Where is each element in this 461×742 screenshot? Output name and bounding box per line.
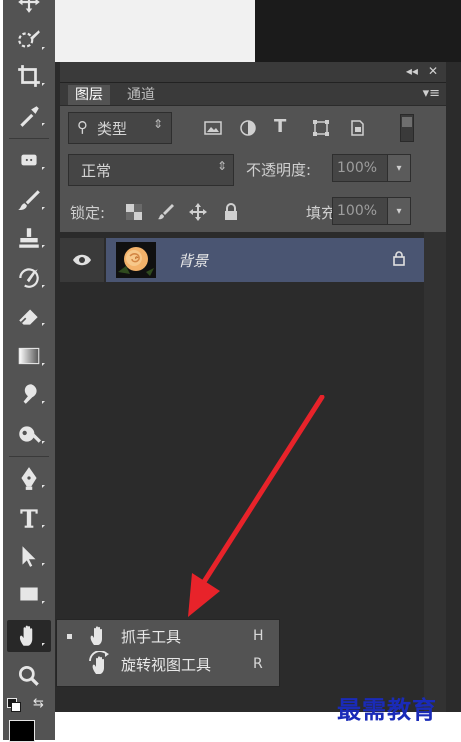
search-icon: ⚲ xyxy=(77,118,88,136)
panel-menu-icon[interactable]: ▾≡ xyxy=(423,86,440,101)
spot-healing-tool[interactable] xyxy=(7,144,51,176)
shape-filter-icon[interactable] xyxy=(311,118,331,138)
rectangle-tool[interactable] xyxy=(7,578,51,610)
pen-tool[interactable] xyxy=(7,462,51,494)
tab-layers[interactable]: 图层 xyxy=(68,85,110,105)
dodge-icon xyxy=(19,426,41,443)
default-colors-icon[interactable] xyxy=(7,698,21,712)
panel-tabs: 图层 通道 ▾≡ xyxy=(60,83,446,105)
lock-position-icon[interactable] xyxy=(188,202,208,222)
layer-item-background[interactable]: 背景 xyxy=(106,238,424,282)
workspace-background xyxy=(255,0,461,62)
swap-colors-icon[interactable]: ⇆ xyxy=(33,696,44,711)
filter-toggle-switch[interactable] xyxy=(400,114,414,142)
layer-visibility-toggle[interactable] xyxy=(60,238,104,282)
menu-item-label: 旋转视图工具 xyxy=(121,655,212,674)
menu-item-rotate-view-tool[interactable]: 旋转视图工具 R xyxy=(57,650,281,678)
menu-item-hand-tool[interactable]: 抓手工具 H xyxy=(57,622,281,650)
chevron-down-icon: ▾ xyxy=(396,162,402,174)
lock-label: 锁定: xyxy=(70,204,106,222)
bandage-icon xyxy=(21,154,37,166)
dodge-tool[interactable] xyxy=(7,418,51,450)
layer-lock-icon xyxy=(393,251,405,266)
watermark-logo: 最需教育 xyxy=(337,695,437,724)
collapse-panel-icon[interactable]: ◂◂ xyxy=(406,64,418,78)
hand-tool-flyout-menu: 抓手工具 H 旋转视图工具 R xyxy=(56,619,280,687)
tools-panel: ⇆ xyxy=(3,0,55,742)
type-filter-icon[interactable]: T xyxy=(274,116,286,137)
selected-bullet-icon xyxy=(67,633,72,639)
fill-input[interactable]: 100% xyxy=(332,197,388,225)
eraser-icon xyxy=(19,309,38,325)
fill-dropdown-button[interactable]: ▾ xyxy=(387,197,411,225)
layers-controls: ⚲ 类型 ⇕ T 正常 ⇕ 不透明度: 100% ▾ 锁定: 填充: 100% … xyxy=(60,106,446,232)
opacity-label: 不透明度: xyxy=(246,161,312,179)
move-tool[interactable] xyxy=(7,0,51,18)
lock-transparent-pixels-icon[interactable] xyxy=(126,204,142,220)
document-canvas xyxy=(55,0,255,62)
crop-icon xyxy=(18,65,40,87)
hand-tool[interactable] xyxy=(7,620,51,652)
close-panel-icon[interactable]: ✕ xyxy=(428,64,438,78)
stamp-icon xyxy=(19,228,39,248)
annotation-arrow xyxy=(188,395,325,617)
opacity-input[interactable]: 100% xyxy=(332,154,388,182)
eraser-tool[interactable] xyxy=(7,300,51,332)
layer-thumbnail xyxy=(116,242,156,278)
quick-selection-tool[interactable] xyxy=(7,24,51,56)
gradient-tool[interactable] xyxy=(7,340,51,372)
gradient-icon xyxy=(18,347,40,365)
filter-kind-label: 类型 xyxy=(97,120,128,138)
eyedropper-icon xyxy=(20,106,39,127)
rectangle-icon xyxy=(20,587,38,601)
type-icon xyxy=(20,509,38,528)
panel-titlebar: ◂◂ ✕ xyxy=(60,62,446,83)
pen-icon xyxy=(21,467,37,490)
adjustment-filter-icon[interactable] xyxy=(238,118,258,138)
chevron-down-icon: ▾ xyxy=(396,205,402,217)
eye-icon xyxy=(73,254,91,266)
layer-row[interactable]: 背景 xyxy=(60,238,424,282)
history-brush-tool[interactable] xyxy=(7,262,51,294)
rotate-view-icon xyxy=(89,651,109,674)
hand-icon xyxy=(90,626,102,645)
layer-name: 背景 xyxy=(178,252,209,270)
quick-selection-icon xyxy=(18,30,40,48)
eyedropper-tool[interactable] xyxy=(7,100,51,132)
brush-tool[interactable] xyxy=(7,184,51,216)
menu-item-label: 抓手工具 xyxy=(121,627,182,646)
type-tool[interactable] xyxy=(7,502,51,534)
blur-drop-icon xyxy=(23,384,37,404)
panel-gutter-right xyxy=(446,62,461,712)
blend-mode-value: 正常 xyxy=(81,162,112,180)
opacity-dropdown-button[interactable]: ▾ xyxy=(387,154,411,182)
smart-object-filter-icon[interactable] xyxy=(347,118,367,138)
move-icon xyxy=(18,0,40,13)
select-arrows-icon: ⇕ xyxy=(152,117,163,131)
hand-icon xyxy=(19,625,33,646)
foreground-color-swatch[interactable] xyxy=(9,720,35,742)
zoom-tool[interactable] xyxy=(7,660,51,692)
history-brush-icon xyxy=(19,268,39,288)
magnifier-icon xyxy=(18,665,39,686)
rose-thumbnail-image xyxy=(116,242,156,278)
menu-item-shortcut: R xyxy=(253,656,263,672)
pixel-filter-icon[interactable] xyxy=(203,118,223,138)
crop-tool[interactable] xyxy=(7,60,51,92)
layers-scrollbar[interactable] xyxy=(424,232,446,712)
lock-all-icon[interactable] xyxy=(222,202,240,222)
lock-image-pixels-icon[interactable] xyxy=(156,202,176,222)
clone-stamp-tool[interactable] xyxy=(7,222,51,254)
blend-mode-select[interactable]: 正常 ⇕ xyxy=(68,154,234,186)
blur-tool[interactable] xyxy=(7,378,51,410)
path-selection-tool[interactable] xyxy=(7,540,51,572)
menu-item-shortcut: H xyxy=(253,628,264,644)
select-arrows-icon: ⇕ xyxy=(216,159,227,173)
filter-kind-select[interactable]: ⚲ 类型 ⇕ xyxy=(68,112,172,144)
arrow-pointer-icon xyxy=(22,546,36,567)
brush-icon xyxy=(18,190,40,211)
tab-channels[interactable]: 通道 xyxy=(120,85,162,105)
